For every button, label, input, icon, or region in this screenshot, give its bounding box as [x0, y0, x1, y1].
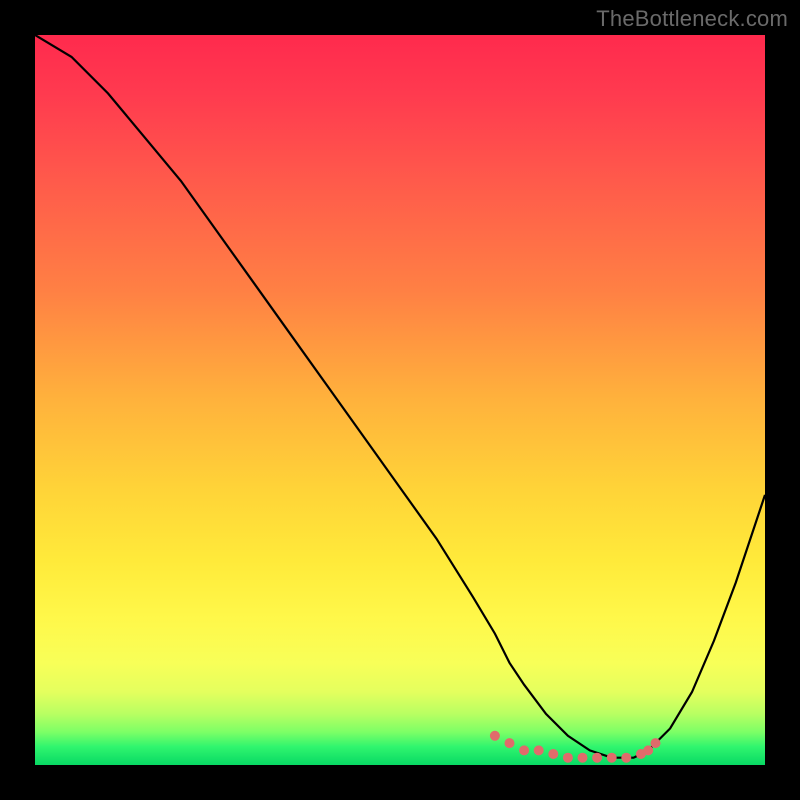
marker-dot [621, 753, 631, 763]
chart-frame: TheBottleneck.com [0, 0, 800, 800]
marker-dot [592, 753, 602, 763]
bottleneck-curve-path [35, 35, 765, 758]
marker-dot [643, 745, 653, 755]
plot-area [35, 35, 765, 765]
marker-dot [490, 731, 500, 741]
watermark-text: TheBottleneck.com [596, 6, 788, 32]
marker-dot [651, 738, 661, 748]
marker-dot [607, 753, 617, 763]
marker-dot [548, 749, 558, 759]
marker-dot [534, 745, 544, 755]
marker-dot [563, 753, 573, 763]
marker-dot [578, 753, 588, 763]
marker-dot [519, 745, 529, 755]
marker-dot [505, 738, 515, 748]
chart-svg [35, 35, 765, 765]
